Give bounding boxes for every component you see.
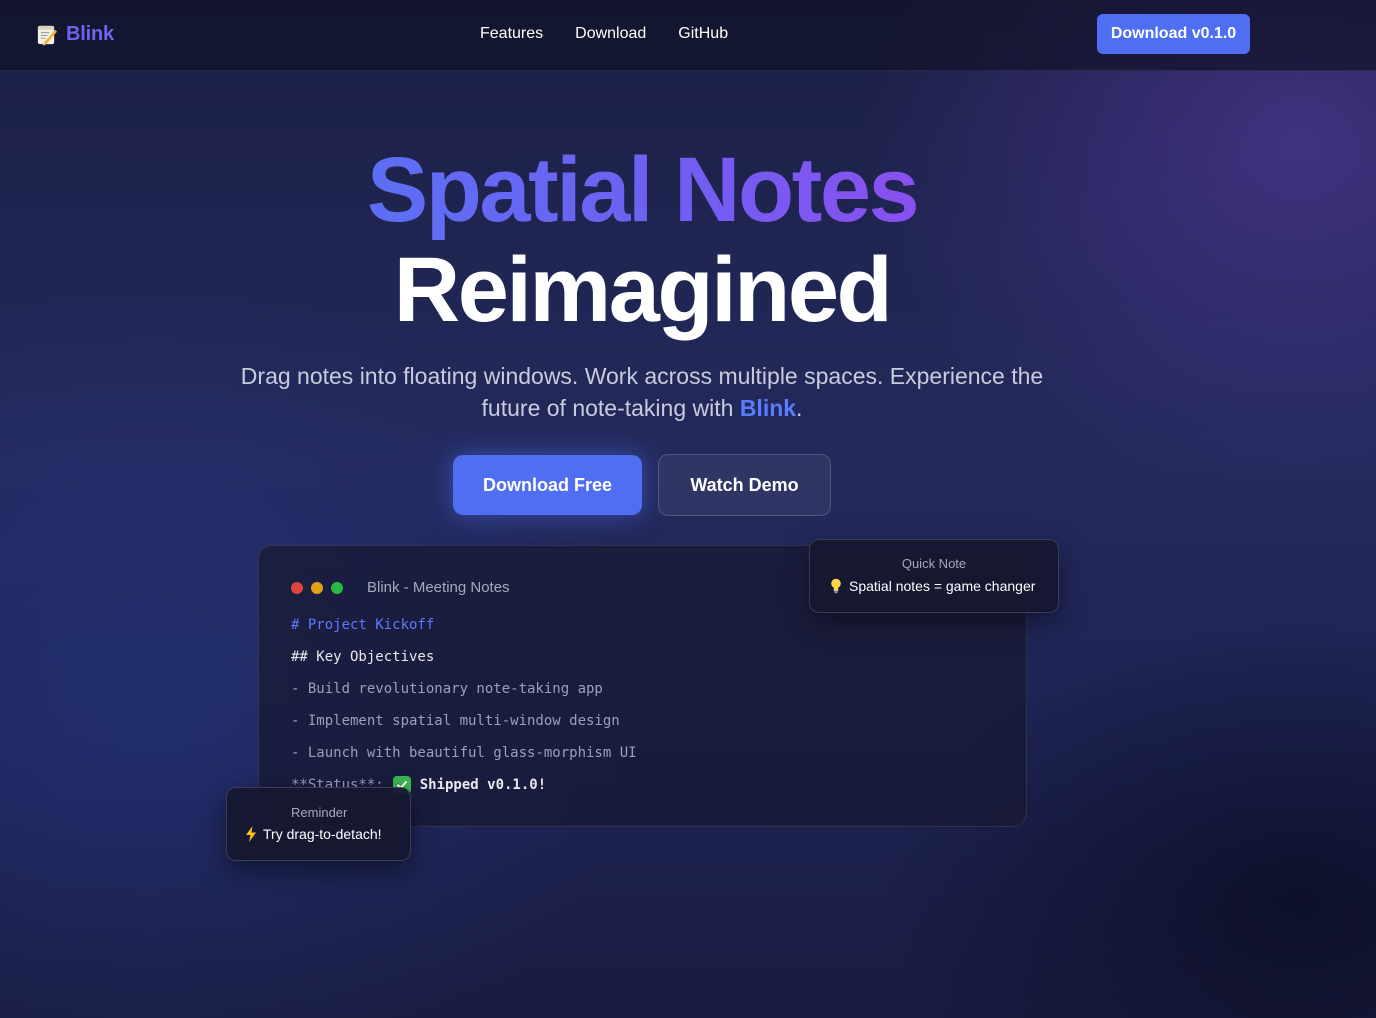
markdown-content: # Project Kickoff ## Key Objectives - Bu… [291, 614, 637, 806]
top-nav: Blink Features Download GitHub Download … [0, 0, 1376, 71]
status-text: Shipped v0.1.0! [419, 777, 547, 793]
markdown-list-item: - Launch with beautiful glass-morphism U… [291, 745, 637, 761]
quick-note-body: Spatial notes = game changer [830, 578, 1035, 594]
brand-name: Blink [66, 22, 114, 45]
hero-subtitle: Drag notes into floating windows. Work a… [230, 360, 1054, 424]
markdown-list-item: - Implement spatial multi-window design [291, 713, 620, 729]
hero-subtitle-brand: Blink [739, 395, 797, 421]
memo-icon [37, 25, 58, 46]
editor-window-title: Blink - Meeting Notes [367, 579, 510, 596]
close-window-icon[interactable] [291, 582, 303, 594]
light-bulb-icon [831, 578, 841, 594]
hero-title-line2: Reimagined [393, 239, 893, 341]
reminder-body: Try drag-to-detach! [245, 826, 382, 842]
hero-title-line1: Spatial Notes [366, 139, 920, 241]
nav-download-button[interactable]: Download v0.1.0 [1097, 14, 1250, 54]
nav-links: Features Download GitHub [480, 24, 728, 44]
download-free-button[interactable]: Download Free [453, 455, 642, 515]
reminder-label: Reminder [291, 805, 348, 820]
lightning-icon [246, 826, 256, 842]
markdown-list-item: - Build revolutionary note-taking app [291, 681, 603, 697]
maximize-window-icon[interactable] [331, 582, 343, 594]
hero-subtitle-end: . [796, 395, 803, 421]
watch-demo-button[interactable]: Watch Demo [658, 454, 831, 516]
hero-subtitle-text: Drag notes into floating windows. Work a… [240, 363, 1044, 421]
window-controls [291, 582, 343, 594]
quick-note-label: Quick Note [901, 556, 967, 571]
minimize-window-icon[interactable] [311, 582, 323, 594]
reminder-text: Try drag-to-detach! [263, 826, 382, 842]
markdown-heading-1: # Project Kickoff [291, 617, 435, 633]
nav-link-download[interactable]: Download [575, 24, 646, 44]
nav-link-features[interactable]: Features [480, 24, 543, 44]
markdown-heading-2: ## Key Objectives [291, 649, 435, 665]
quick-note-card[interactable]: Quick Note Spatial notes = game changer [809, 539, 1059, 613]
hero-title: Spatial Notes Reimagined [0, 140, 1284, 340]
brand-logo[interactable]: Blink [35, 21, 114, 47]
quick-note-text: Spatial notes = game changer [849, 578, 1036, 594]
reminder-card[interactable]: Reminder Try drag-to-detach! [226, 787, 411, 861]
nav-link-github[interactable]: GitHub [678, 24, 728, 44]
